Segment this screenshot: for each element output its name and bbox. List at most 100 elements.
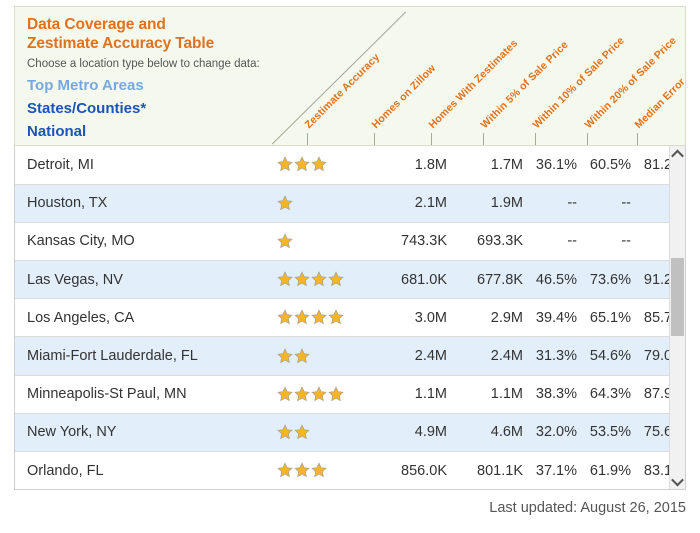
table-row[interactable]: Los Angeles, CA3.0M2.9M39.4%65.1%85.7%6.… <box>15 298 685 337</box>
star-icon <box>277 271 293 287</box>
cell-within-10-percent: -- <box>579 221 633 261</box>
cell-homes-with-zestimates: 677.8K <box>453 260 525 299</box>
page-title-line-1: Data Coverage and <box>27 16 166 33</box>
column-tick <box>431 133 432 145</box>
cell-homes-on-zillow: 3.0M <box>369 298 453 337</box>
location-tab-states-counties[interactable]: States/Counties* <box>27 100 146 118</box>
cell-homes-with-zestimates: 1.9M <box>453 183 525 223</box>
star-icon <box>311 271 327 287</box>
star-icon <box>294 385 310 401</box>
cell-location: Miami-Fort Lauderdale, FL <box>15 336 275 376</box>
cell-within-5-percent: 32.0% <box>525 412 579 452</box>
column-tick <box>637 133 638 145</box>
scrollbar-thumb[interactable] <box>671 258 684 336</box>
table-row[interactable]: Kansas City, MO743.3K693.3K-------- <box>15 221 685 261</box>
last-updated-label: Last updated: August 26, 2015 <box>489 500 686 516</box>
star-icon <box>311 462 327 478</box>
cell-within-10-percent: 54.6% <box>579 336 633 376</box>
vertical-scrollbar[interactable] <box>669 146 685 489</box>
table-row[interactable]: Houston, TX2.1M1.9M-------- <box>15 183 685 223</box>
column-header-median-error: Median Error <box>632 75 686 131</box>
column-header-within-10-percent: Within 10% of Sale Price <box>530 34 627 131</box>
coverage-accuracy-table: Detroit, MI1.8M1.7M36.1%60.5%81.2%7.5%Ho… <box>15 146 685 489</box>
cell-homes-with-zestimates: 1.1M <box>453 374 525 414</box>
star-icon <box>328 385 344 401</box>
table-body: Detroit, MI1.8M1.7M36.1%60.5%81.2%7.5%Ho… <box>15 146 685 489</box>
page-title: Data Coverage and Zestimate Accuracy Tab… <box>27 15 277 53</box>
cell-within-5-percent: -- <box>525 221 579 261</box>
star-icon <box>311 309 327 325</box>
cell-homes-on-zillow: 743.3K <box>369 221 453 261</box>
cell-location: Kansas City, MO <box>15 221 275 261</box>
cell-location: Houston, TX <box>15 183 275 223</box>
cell-location: Detroit, MI <box>27 156 94 173</box>
star-icon <box>294 309 310 325</box>
star-icon <box>294 462 310 478</box>
cell-zestimate-accuracy-stars <box>275 298 369 337</box>
star-icon <box>294 156 310 172</box>
cell-homes-on-zillow: 681.0K <box>369 260 453 299</box>
star-icon <box>311 156 327 172</box>
cell-location: Los Angeles, CA <box>15 298 275 337</box>
table-row[interactable]: New York, NY4.9M4.6M32.0%53.5%75.6%9.0% <box>15 412 685 452</box>
cell-zestimate-accuracy-stars <box>275 336 369 376</box>
table-header-panel: Data Coverage and Zestimate Accuracy Tab… <box>14 6 686 146</box>
star-icon <box>277 347 293 363</box>
cell-zestimate-accuracy-stars <box>275 412 369 452</box>
cell-zestimate-accuracy-stars <box>275 146 369 184</box>
cell-homes-with-zestimates: 1.7M <box>490 156 523 173</box>
cell-within-5-percent: 46.5% <box>525 260 579 299</box>
column-tick <box>535 133 536 145</box>
cell-location: Las Vegas, NV <box>15 260 275 299</box>
cell-location: New York, NY <box>15 412 275 452</box>
page-title-line-2: Zestimate Accuracy Table <box>27 35 215 52</box>
star-icon <box>277 385 293 401</box>
column-tick <box>307 133 308 145</box>
cell-zestimate-accuracy-stars <box>275 260 369 299</box>
cell-homes-on-zillow: 2.1M <box>369 183 453 223</box>
cell-zestimate-accuracy-stars <box>275 450 369 489</box>
star-icon <box>277 233 293 249</box>
star-icon <box>311 385 327 401</box>
cell-within-5-percent: 31.3% <box>525 336 579 376</box>
table-row[interactable]: Las Vegas, NV 681.0K 677.8K 46.5% 73.6% 91.2%… <box>15 260 685 299</box>
table-row[interactable]: Minneapolis-St Paul, MN 1.1M 1.1M 38.3% 64.3… <box>15 374 685 414</box>
cell-homes-on-zillow: 4.9M <box>369 412 453 452</box>
star-icon <box>277 156 293 172</box>
cell-zestimate-accuracy-stars <box>275 221 369 261</box>
scroll-down-button[interactable] <box>670 473 685 489</box>
cell-within-5-percent: 36.1% <box>535 156 577 173</box>
cell-homes-with-zestimates: 693.3K <box>453 221 525 261</box>
location-tab-national[interactable]: National <box>27 123 86 141</box>
location-tab-top-metro-areas[interactable]: Top Metro Areas <box>27 77 144 95</box>
star-icon <box>294 347 310 363</box>
cell-homes-with-zestimates: 801.1K <box>453 450 525 489</box>
cell-within-10-percent: 61.9% <box>579 450 633 489</box>
cell-within-5-percent: 39.4% <box>525 298 579 337</box>
cell-homes-with-zestimates: 2.4M <box>453 336 525 376</box>
star-icon <box>277 424 293 440</box>
cell-within-10-percent: -- <box>579 183 633 223</box>
table-row[interactable]: Orlando, FL856.0K801.1K37.1%61.9%83.1%7.… <box>15 450 685 489</box>
cell-within-5-percent: -- <box>525 183 579 223</box>
scroll-up-button[interactable] <box>670 146 685 162</box>
star-icon <box>294 424 310 440</box>
cell-location: Minneapolis-St Paul, MN <box>15 374 275 414</box>
data-table-container: Detroit, MI1.8M1.7M36.1%60.5%81.2%7.5%Ho… <box>14 146 686 490</box>
column-header-within-20-percent: Within 20% of Sale Price <box>582 34 679 131</box>
star-icon <box>277 309 293 325</box>
table-row[interactable]: Detroit, MI1.8M1.7M36.1%60.5%81.2%7.5% <box>15 146 685 185</box>
zestimate-accuracy-widget: Data Coverage and Zestimate Accuracy Tab… <box>14 6 686 490</box>
column-header-within-5-percent: Within 5% of Sale Price <box>478 38 571 131</box>
column-header-zestimate-accuracy: Zestimate Accuracy <box>302 51 383 131</box>
cell-homes-on-zillow: 1.8M <box>414 156 447 173</box>
star-icon <box>328 309 344 325</box>
cell-location: Orlando, FL <box>15 450 275 489</box>
cell-within-10-percent: 64.3% <box>579 374 633 414</box>
cell-zestimate-accuracy-stars <box>275 183 369 223</box>
cell-within-10-percent: 53.5% <box>579 412 633 452</box>
cell-homes-with-zestimates: 2.9M <box>453 298 525 337</box>
cell-within-5-percent: 38.3% <box>525 374 579 414</box>
cell-within-5-percent: 37.1% <box>525 450 579 489</box>
table-row[interactable]: Miami-Fort Lauderdale, FL 2.4M 2.4M 31.3% 54… <box>15 336 685 376</box>
